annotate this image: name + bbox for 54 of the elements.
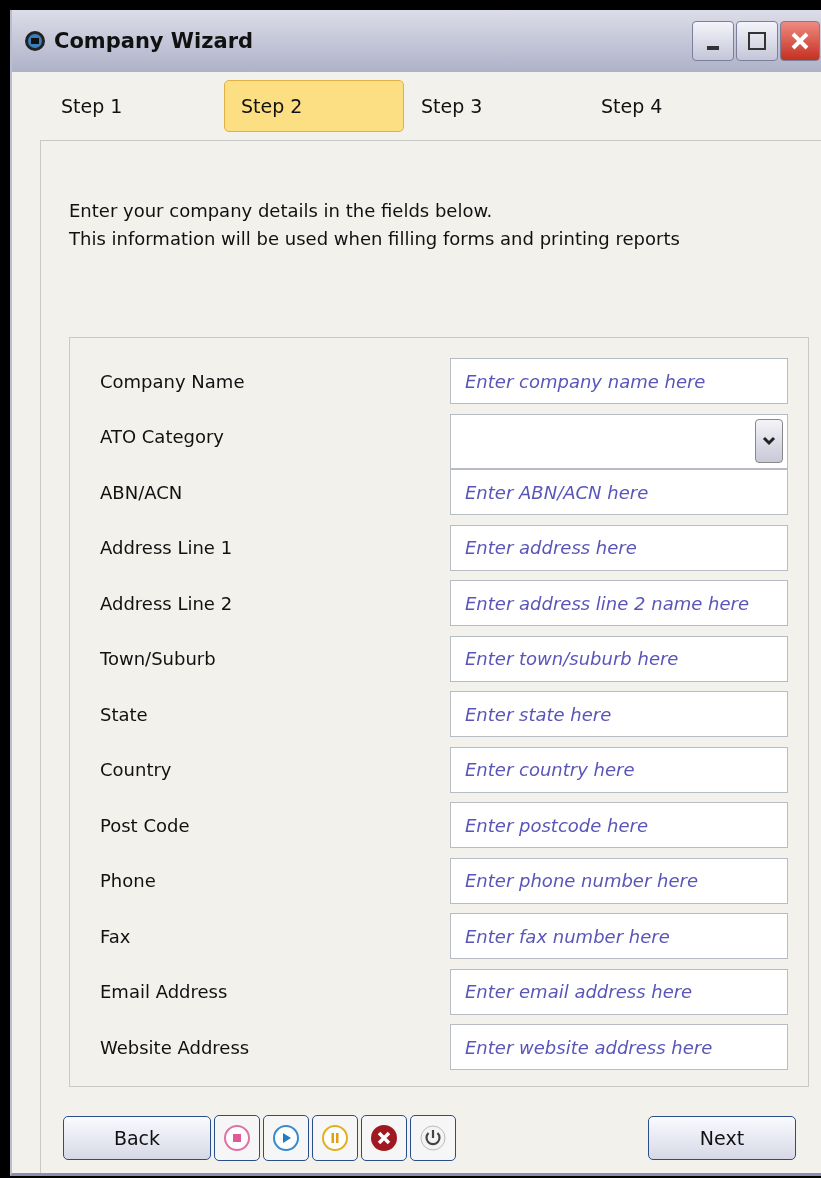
play-button[interactable]	[263, 1115, 309, 1161]
maximize-button[interactable]	[736, 21, 778, 61]
field-label: Post Code	[100, 814, 191, 836]
field-label: Address Line 2	[100, 592, 234, 614]
input-field[interactable]: Enter postcode here	[450, 802, 788, 848]
field-label: Address Line 1	[100, 537, 234, 558]
step-tab[interactable]: Step 4	[584, 80, 764, 132]
pause-button[interactable]	[312, 1115, 358, 1161]
window-title: Company Wizard	[54, 29, 255, 53]
input-field[interactable]: Enter town/suburb here	[450, 635, 788, 682]
input-field[interactable]: Enter fax number here	[450, 913, 788, 959]
app-icon	[24, 30, 46, 52]
input-field[interactable]: Enter ABN/ACN here	[450, 469, 788, 515]
step-tab[interactable]: Step 1	[44, 80, 224, 132]
intro-text: Enter your company details in the fields below.	[69, 199, 494, 223]
stop-icon	[223, 1124, 251, 1152]
input-field[interactable]: Enter phone number here	[450, 857, 788, 904]
back-button[interactable]: Back	[63, 1116, 211, 1160]
field-label: ATO Category	[100, 426, 226, 447]
minimize-icon	[707, 46, 719, 50]
input-field[interactable]: Enter state here	[450, 691, 788, 737]
dropdown-field[interactable]	[450, 413, 788, 469]
power-icon	[419, 1124, 447, 1152]
field-label: State	[100, 703, 149, 725]
error-icon	[370, 1124, 398, 1152]
maximize-icon	[747, 31, 767, 51]
step-tab[interactable]: Step 3	[404, 80, 584, 132]
stop-button[interactable]	[214, 1115, 260, 1161]
input-field[interactable]: Enter country here	[450, 746, 788, 793]
field-label: Fax	[100, 925, 132, 947]
field-label: ABN/ACN	[100, 481, 184, 503]
play-icon	[272, 1124, 300, 1152]
input-field[interactable]: Enter address line 2 name here	[450, 580, 788, 626]
dropdown-button[interactable]	[755, 418, 783, 463]
input-field[interactable]: Enter company name here	[450, 358, 788, 404]
step-tab[interactable]: Step 2	[224, 80, 404, 132]
next-button[interactable]: Next	[648, 1116, 796, 1160]
close-icon	[790, 31, 810, 51]
field-label: Town/Suburb	[100, 648, 217, 669]
power-button[interactable]	[410, 1115, 456, 1161]
input-field[interactable]: Enter address here	[450, 524, 788, 571]
chevron-down-icon	[762, 435, 776, 446]
error-button[interactable]	[361, 1115, 407, 1161]
field-label: Country	[100, 759, 173, 780]
pause-icon	[321, 1124, 349, 1152]
minimize-button[interactable]	[692, 21, 734, 61]
input-field[interactable]: Enter website address here	[450, 1024, 788, 1070]
field-label: Company Name	[100, 370, 246, 392]
input-field[interactable]: Enter email address here	[450, 968, 788, 1015]
field-label: Website Address	[100, 1036, 251, 1058]
close-button[interactable]	[780, 21, 820, 61]
field-label: Phone	[100, 870, 157, 891]
field-label: Email Address	[100, 981, 229, 1002]
intro-text: This information will be used when filling forms and printing reports	[69, 227, 681, 251]
